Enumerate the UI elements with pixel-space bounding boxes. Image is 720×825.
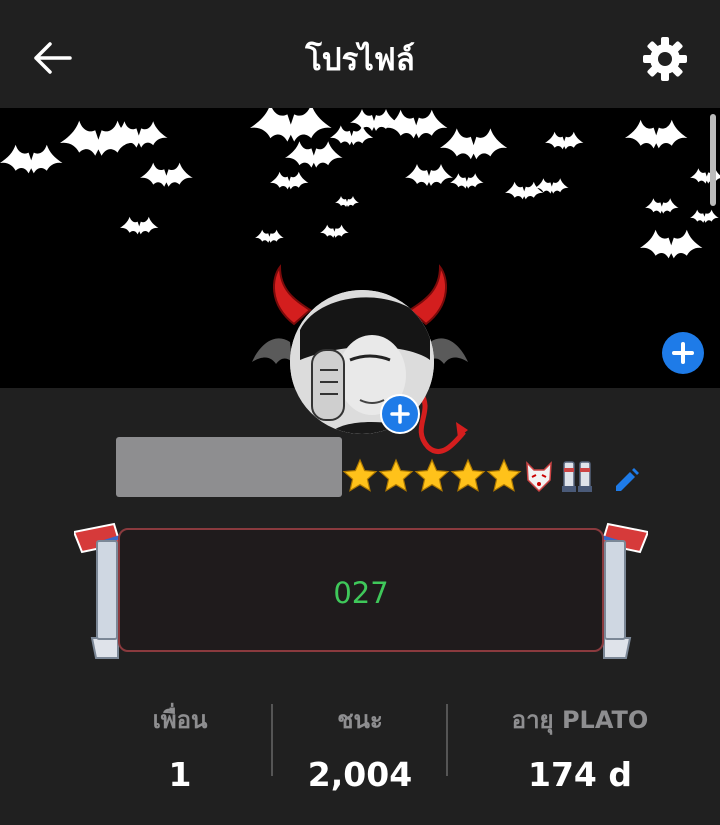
star-icon: [378, 458, 414, 492]
star-icon: [486, 458, 522, 492]
stat-value: 174 d: [528, 755, 632, 794]
add-cover-button[interactable]: [662, 332, 704, 374]
stat-value: 2,004: [307, 755, 413, 794]
stat-wins: ชนะ 2,004: [272, 700, 448, 794]
player-number: 027: [333, 576, 389, 610]
edit-name-button[interactable]: [612, 464, 642, 494]
stat-account-age: อายุ PLATO 174 d: [448, 700, 712, 794]
star-icon: [450, 458, 486, 492]
avatar-frame: [250, 262, 470, 462]
star-icon: [342, 458, 378, 492]
pencil-icon: [616, 468, 639, 491]
fox-mask-badge-icon: [526, 461, 552, 493]
stat-label: อายุ PLATO: [511, 706, 649, 734]
stat-friends[interactable]: เพื่อน 1: [90, 700, 270, 794]
app-header: โปรไฟล์: [0, 0, 720, 108]
stat-label: เพื่อน: [152, 706, 208, 734]
page-title: โปรไฟล์: [305, 42, 415, 78]
cover-scrollbar[interactable]: [710, 114, 716, 206]
add-avatar-button[interactable]: [380, 394, 420, 434]
settings-button[interactable]: [640, 34, 690, 84]
star-rating: [342, 458, 522, 498]
title-frame: 027: [74, 520, 648, 662]
username-redacted: [116, 437, 342, 497]
plus-icon: [390, 404, 410, 424]
gear-icon: [643, 37, 687, 81]
star-icon: [414, 458, 450, 492]
boots-badge-icon: [562, 461, 592, 492]
badge-list: [524, 460, 596, 494]
stat-value: 1: [168, 755, 192, 794]
stat-label: ชนะ: [337, 706, 383, 734]
plus-icon: [672, 342, 694, 364]
